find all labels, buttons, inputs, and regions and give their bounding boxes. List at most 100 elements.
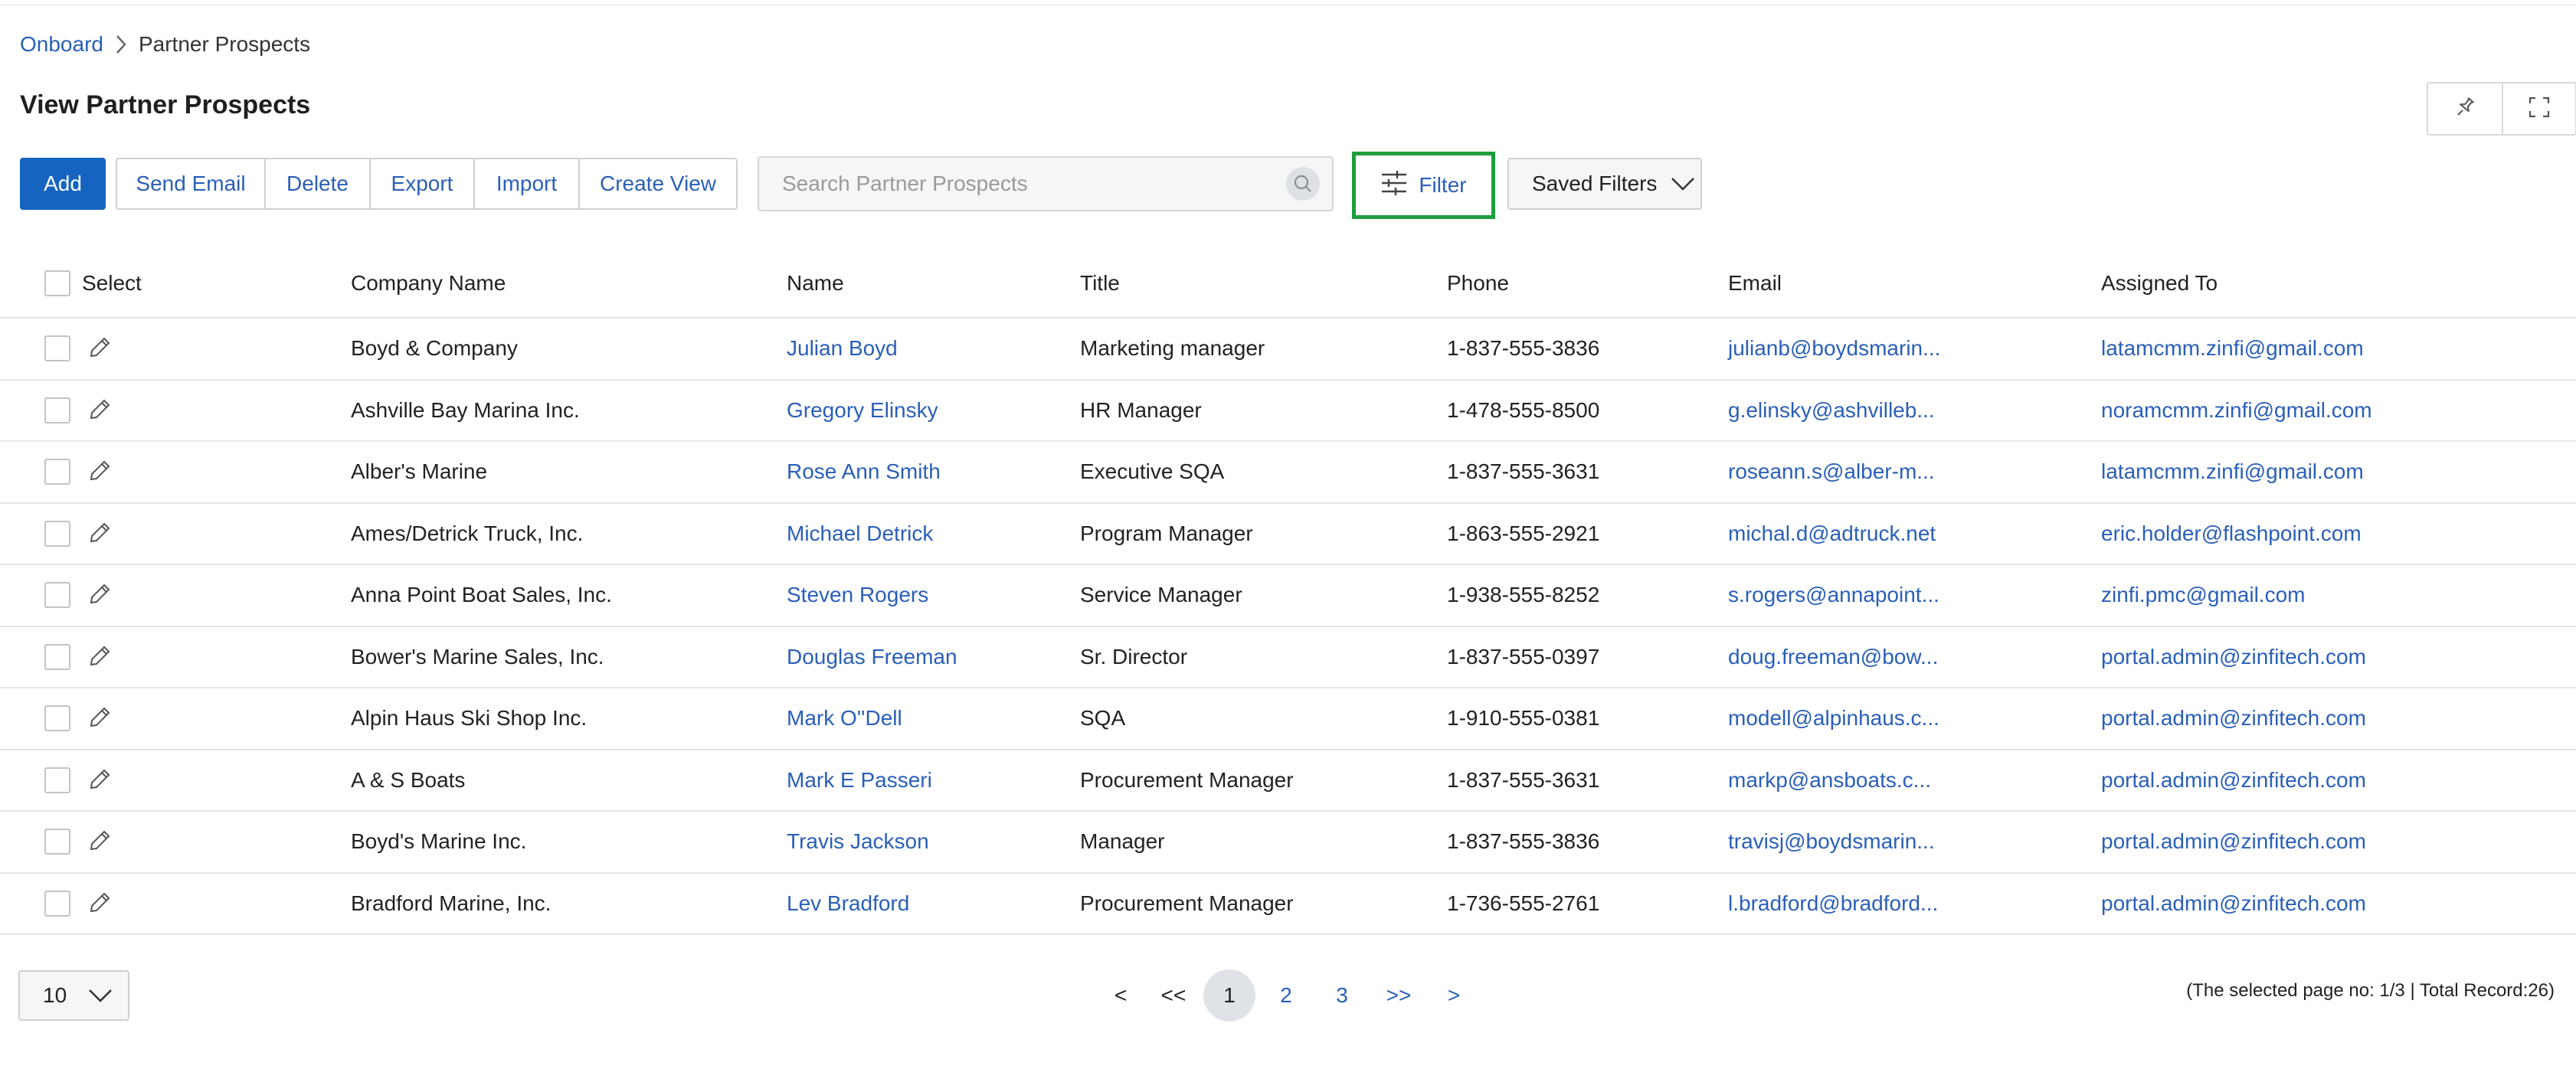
pencil-icon[interactable] bbox=[86, 396, 113, 423]
first-page-button[interactable]: << bbox=[1158, 969, 1189, 1022]
email-link[interactable]: roseann.s@alber-m... bbox=[1728, 442, 1935, 502]
email-link[interactable]: s.rogers@annapoint... bbox=[1728, 565, 1939, 626]
pin-button[interactable] bbox=[2428, 83, 2502, 134]
email-link[interactable]: markp@ansboats.c... bbox=[1728, 750, 1931, 811]
name-link[interactable]: Michael Detrick bbox=[787, 504, 933, 564]
column-header-name[interactable]: Name bbox=[787, 250, 844, 317]
row-checkbox[interactable] bbox=[44, 812, 70, 872]
row-checkbox[interactable] bbox=[44, 627, 70, 688]
name-link[interactable]: Mark E Passeri bbox=[787, 750, 932, 811]
pencil-icon[interactable] bbox=[86, 519, 113, 547]
assigned-link[interactable]: latamcmm.zinfi@gmail.com bbox=[2101, 442, 2364, 502]
pencil-icon[interactable] bbox=[86, 642, 113, 670]
pencil-icon[interactable] bbox=[86, 766, 113, 793]
last-page-button[interactable]: >> bbox=[1383, 969, 1414, 1022]
page-button-2[interactable]: 2 bbox=[1275, 969, 1298, 1022]
phone-cell: 1-837-555-3631 bbox=[1447, 459, 1600, 484]
phone-cell: 1-863-555-2921 bbox=[1447, 521, 1600, 545]
title-cell: Service Manager bbox=[1080, 583, 1242, 607]
assigned-link[interactable]: portal.admin@zinfitech.com bbox=[2101, 874, 2366, 934]
assigned-link[interactable]: zinfi.pmc@gmail.com bbox=[2101, 565, 2305, 626]
next-page-button[interactable]: > bbox=[1442, 969, 1465, 1022]
page-button-1[interactable]: 1 bbox=[1203, 969, 1255, 1022]
company-cell: Bower's Marine Sales, Inc. bbox=[351, 644, 604, 669]
column-header-assigned[interactable]: Assigned To bbox=[2101, 250, 2218, 317]
name-link[interactable]: Steven Rogers bbox=[787, 565, 928, 626]
column-header-email[interactable]: Email bbox=[1728, 250, 1782, 317]
title-cell: Procurement Manager bbox=[1080, 767, 1294, 792]
add-button[interactable]: Add bbox=[20, 158, 106, 210]
select-all-checkbox[interactable] bbox=[44, 250, 70, 317]
page-size-select[interactable]: 10 bbox=[18, 970, 129, 1021]
assigned-link[interactable]: latamcmm.zinfi@gmail.com bbox=[2101, 319, 2364, 379]
name-link[interactable]: Travis Jackson bbox=[787, 812, 929, 872]
assigned-link[interactable]: eric.holder@flashpoint.com bbox=[2101, 504, 2362, 564]
row-checkbox[interactable] bbox=[44, 750, 70, 811]
breadcrumb-link-onboard[interactable]: Onboard bbox=[20, 32, 103, 57]
sliders-icon bbox=[1380, 170, 1408, 201]
name-link[interactable]: Lev Bradford bbox=[787, 874, 909, 934]
fullscreen-icon bbox=[2528, 96, 2551, 123]
company-cell: A & S Boats bbox=[351, 767, 466, 792]
create-view-button[interactable]: Create View bbox=[578, 159, 736, 208]
assigned-link[interactable]: portal.admin@zinfitech.com bbox=[2101, 812, 2366, 872]
row-checkbox[interactable] bbox=[44, 504, 70, 564]
name-link[interactable]: Julian Boyd bbox=[787, 319, 898, 379]
email-link[interactable]: l.bradford@bradford... bbox=[1728, 874, 1938, 934]
export-button[interactable]: Export bbox=[369, 159, 473, 208]
title-cell: Executive SQA bbox=[1080, 459, 1225, 484]
table-row: Alber's Marine Rose Ann Smith Executive … bbox=[0, 442, 2576, 504]
email-link[interactable]: g.elinsky@ashvilleb... bbox=[1728, 381, 1935, 441]
email-link[interactable]: doug.freeman@bow... bbox=[1728, 627, 1938, 688]
pencil-icon[interactable] bbox=[86, 457, 113, 485]
filter-button[interactable]: Filter bbox=[1352, 152, 1495, 219]
pencil-icon[interactable] bbox=[86, 827, 113, 855]
company-cell: Anna Point Boat Sales, Inc. bbox=[351, 583, 612, 607]
email-link[interactable]: julianb@boydsmarin... bbox=[1728, 319, 1940, 379]
column-header-company[interactable]: Company Name bbox=[351, 250, 506, 317]
row-checkbox[interactable] bbox=[44, 565, 70, 626]
email-link[interactable]: travisj@boydsmarin... bbox=[1728, 812, 1935, 872]
row-checkbox[interactable] bbox=[44, 874, 70, 934]
row-checkbox[interactable] bbox=[44, 688, 70, 749]
prev-page-button[interactable]: < bbox=[1109, 969, 1132, 1022]
row-checkbox[interactable] bbox=[44, 442, 70, 502]
name-link[interactable]: Gregory Elinsky bbox=[787, 381, 938, 441]
column-header-phone[interactable]: Phone bbox=[1447, 250, 1509, 317]
email-link[interactable]: michal.d@adtruck.net bbox=[1728, 504, 1936, 564]
assigned-link[interactable]: noramcmm.zinfi@gmail.com bbox=[2101, 381, 2372, 441]
company-cell: Alber's Marine bbox=[351, 459, 488, 484]
delete-button[interactable]: Delete bbox=[264, 159, 369, 208]
phone-cell: 1-736-555-2761 bbox=[1447, 891, 1600, 915]
name-link[interactable]: Rose Ann Smith bbox=[787, 442, 941, 502]
email-link[interactable]: modell@alpinhaus.c... bbox=[1728, 688, 1939, 749]
pencil-icon[interactable] bbox=[86, 889, 113, 917]
phone-cell: 1-478-555-8500 bbox=[1447, 397, 1600, 422]
column-header-title[interactable]: Title bbox=[1080, 250, 1120, 317]
title-cell: Procurement Manager bbox=[1080, 891, 1294, 915]
phone-cell: 1-837-555-3631 bbox=[1447, 767, 1600, 792]
chevron-down-icon bbox=[1671, 177, 1695, 191]
row-checkbox[interactable] bbox=[44, 319, 70, 379]
send-email-button[interactable]: Send Email bbox=[117, 159, 264, 208]
assigned-link[interactable]: portal.admin@zinfitech.com bbox=[2101, 688, 2366, 749]
pencil-icon[interactable] bbox=[86, 580, 113, 608]
assigned-link[interactable]: portal.admin@zinfitech.com bbox=[2101, 750, 2366, 811]
name-link[interactable]: Mark O''Dell bbox=[787, 688, 902, 749]
page-size-value: 10 bbox=[43, 983, 67, 1007]
page-info: (The selected page no: 1/3 | Total Recor… bbox=[2186, 980, 2555, 1001]
pencil-icon[interactable] bbox=[86, 334, 113, 361]
table-row: Ashville Bay Marina Inc. Gregory Elinsky… bbox=[0, 381, 2576, 442]
page-button-3[interactable]: 3 bbox=[1331, 969, 1353, 1022]
fullscreen-button[interactable] bbox=[2502, 83, 2575, 134]
saved-filters-dropdown[interactable]: Saved Filters bbox=[1507, 158, 1702, 210]
search-icon[interactable] bbox=[1286, 167, 1320, 201]
name-link[interactable]: Douglas Freeman bbox=[787, 627, 957, 688]
assigned-link[interactable]: portal.admin@zinfitech.com bbox=[2101, 627, 2366, 688]
row-checkbox[interactable] bbox=[44, 381, 70, 441]
search-input[interactable] bbox=[759, 158, 1265, 210]
import-button[interactable]: Import bbox=[473, 159, 578, 208]
chevron-right-icon bbox=[103, 29, 139, 60]
pencil-icon[interactable] bbox=[86, 704, 113, 731]
chevron-down-icon bbox=[88, 989, 113, 1002]
